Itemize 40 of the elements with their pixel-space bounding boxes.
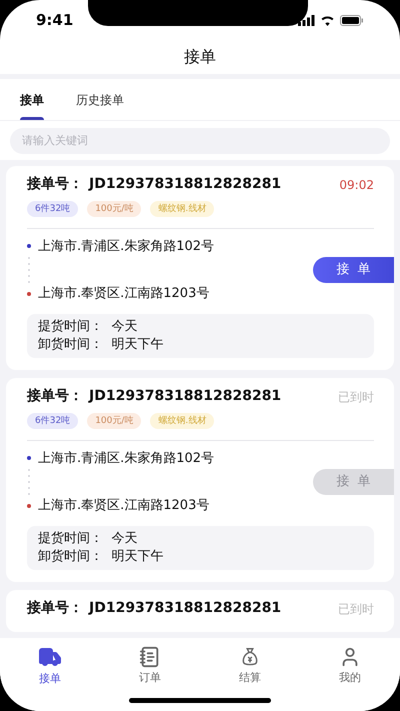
accept-button[interactable]: 接 单 (313, 257, 394, 283)
order-status: 已到时 (338, 600, 374, 618)
battery-icon (340, 14, 364, 26)
nav-tab[interactable]: 我的 (300, 642, 400, 690)
destination-address: 上海市.奉贤区.江南路1203号 (38, 497, 210, 515)
dotted-line (27, 468, 31, 496)
order-status: 已到时 (338, 388, 374, 406)
order-number: JD129378318812828281 (89, 175, 282, 194)
search-field[interactable]: 请输入关键词 (10, 128, 390, 154)
order-status: 09:02 (339, 176, 374, 194)
signal-icon (298, 14, 315, 26)
tab[interactable]: 接单 (20, 79, 44, 120)
tab-indicator (20, 117, 44, 120)
tag: 螺纹钢.线材 (150, 200, 214, 216)
dotted-line (27, 256, 31, 284)
wifi-icon (320, 14, 335, 26)
nav-tab[interactable]: 结算 (200, 642, 300, 690)
origin-address: 上海市.青浦区.朱家角路102号 (38, 238, 214, 256)
pickup-time: 提货时间： 今天 (38, 318, 138, 336)
nav-tab[interactable]: 订单 (100, 642, 200, 690)
order-number-label: 接单号： (27, 175, 83, 194)
status-time: 9:41 (36, 10, 74, 31)
order-number-label: 接单号： (27, 599, 83, 618)
notebook-icon (139, 646, 161, 668)
tab[interactable]: 历史接单 (76, 79, 124, 120)
page-title: 接单 (184, 46, 216, 68)
tag: 6件32吨 (27, 200, 78, 216)
destination-address: 上海市.奉贤区.江南路1203号 (38, 285, 210, 303)
tag: 螺纹钢.线材 (150, 412, 214, 428)
order-number-label: 接单号： (27, 387, 83, 406)
nav-tab[interactable]: 接单 (0, 642, 100, 690)
unload-time: 卸货时间： 明天下午 (38, 548, 164, 566)
unload-time: 卸货时间： 明天下午 (38, 336, 164, 354)
pickup-time: 提货时间： 今天 (38, 530, 138, 548)
origin-address: 上海市.青浦区.朱家角路102号 (38, 450, 214, 468)
tag: 100元/吨 (87, 200, 142, 216)
tag: 6件32吨 (27, 412, 78, 428)
order-number: JD129378318812828281 (89, 387, 282, 406)
order-number: JD129378318812828281 (89, 599, 282, 618)
tag: 100元/吨 (87, 412, 142, 428)
